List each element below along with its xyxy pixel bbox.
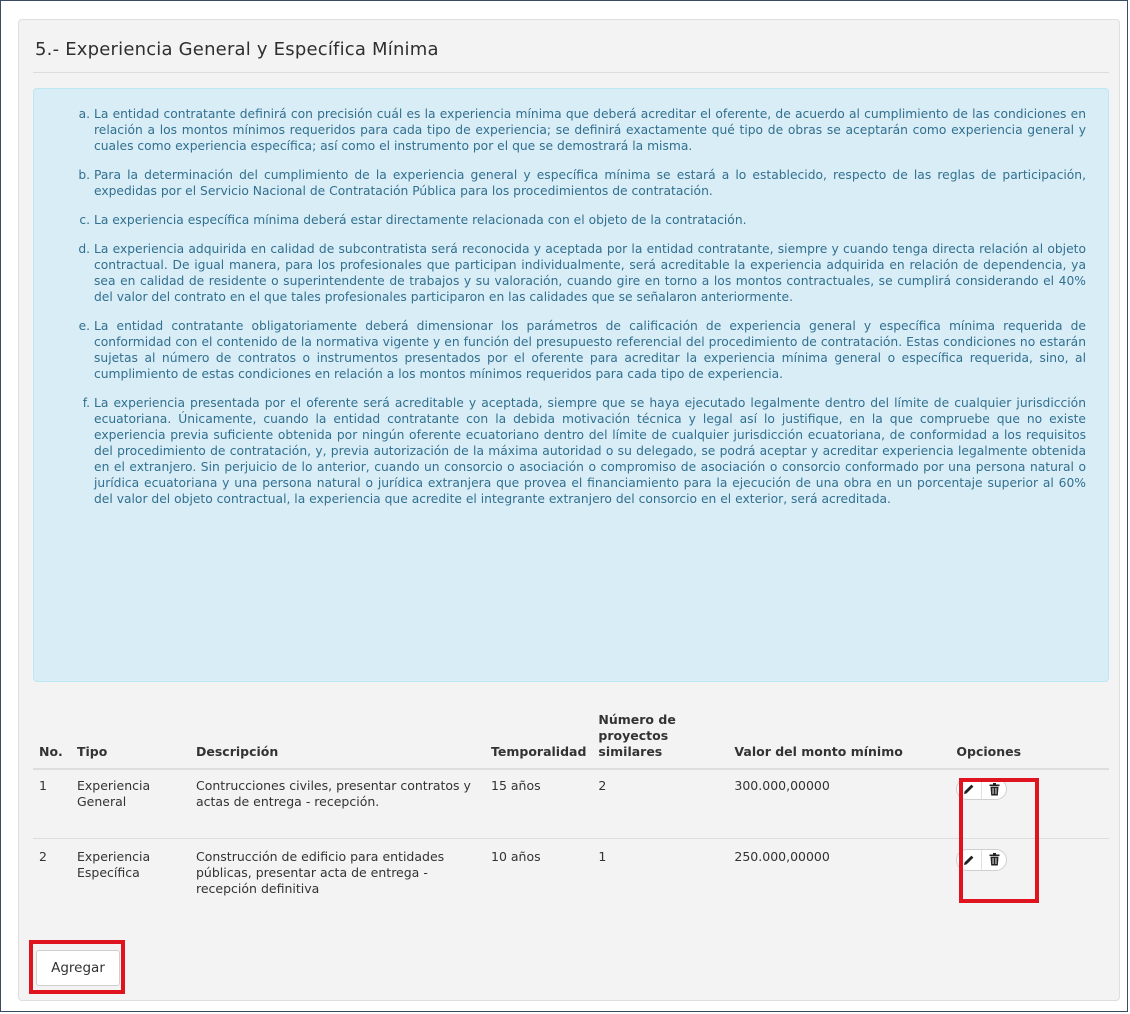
cell-temporalidad: 10 años	[485, 837, 593, 918]
experience-table: No. Tipo Descripción Temporalidad Número…	[33, 712, 1109, 918]
header-valor-monto: Valor del monto mínimo	[728, 712, 943, 770]
list-item: Para la determinación del cumplimiento d…	[94, 167, 1086, 199]
header-opciones: Opciones	[942, 712, 1109, 770]
cell-tipo: Experiencia Específica	[71, 837, 190, 918]
cell-no: 1	[33, 768, 71, 838]
cell-temporalidad: 15 años	[485, 768, 593, 838]
cell-valor: 250.000,00000	[728, 837, 943, 918]
table-header-row: No. Tipo Descripción Temporalidad Número…	[33, 712, 1109, 770]
options-highlight-box	[959, 778, 1039, 903]
add-highlight-box	[29, 940, 125, 994]
header-no: No.	[33, 712, 71, 770]
list-item: La experiencia presentada por el oferent…	[94, 395, 1086, 507]
header-descripcion: Descripción	[190, 712, 485, 770]
table-row: 1 Experiencia General Contrucciones civi…	[33, 768, 1109, 838]
list-item: La experiencia específica mínima deberá …	[94, 212, 1086, 228]
list-item: La entidad contratante obligatoriamente …	[94, 318, 1086, 382]
list-item: La entidad contratante definirá con prec…	[94, 106, 1086, 154]
title-divider	[33, 72, 1109, 73]
section-title: 5.- Experiencia General y Específica Mín…	[35, 39, 439, 60]
table-row: 2 Experiencia Específica Construcción de…	[33, 837, 1109, 918]
cell-descripcion: Construcción de edificio para entidades …	[190, 837, 485, 918]
info-alert: La entidad contratante definirá con prec…	[33, 88, 1109, 682]
cell-numero: 2	[592, 768, 729, 838]
header-numero-proyectos: Número de proyectos similares	[592, 712, 729, 770]
list-item: La experiencia adquirida en calidad de s…	[94, 241, 1086, 305]
cell-tipo: Experiencia General	[71, 768, 190, 838]
experience-panel: 5.- Experiencia General y Específica Mín…	[18, 19, 1120, 1001]
header-tipo: Tipo	[71, 712, 190, 770]
cell-no: 2	[33, 837, 71, 918]
requirements-list: La entidad contratante definirá con prec…	[34, 106, 1108, 507]
cell-valor: 300.000,00000	[728, 768, 943, 838]
header-temporalidad: Temporalidad	[485, 712, 593, 770]
cell-descripcion: Contrucciones civiles, presentar contrat…	[190, 768, 485, 838]
cell-numero: 1	[592, 837, 729, 918]
